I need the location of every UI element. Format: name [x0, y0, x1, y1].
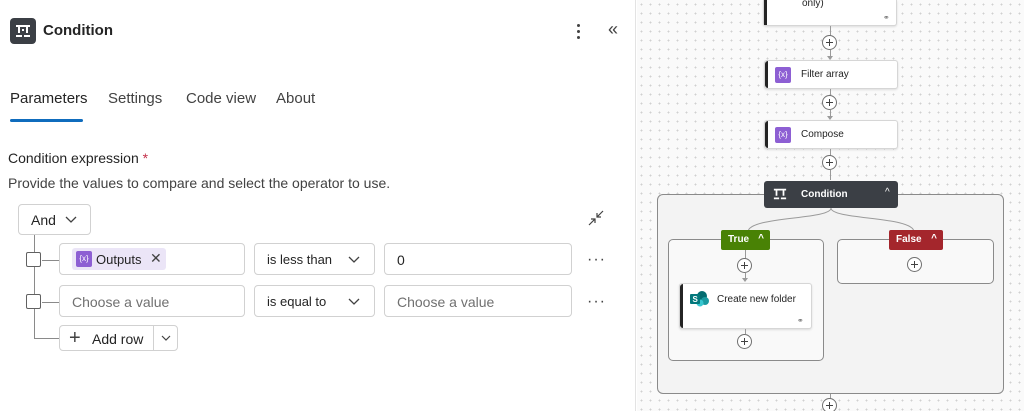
row-1-more-options-icon[interactable]: ··· — [587, 251, 606, 269]
panel-title: Condition — [43, 22, 113, 39]
tree-line — [34, 235, 35, 338]
more-options-icon[interactable] — [572, 21, 584, 41]
row-2-operator-label: is equal to — [267, 294, 327, 309]
previous-action-label: only) — [802, 0, 824, 9]
row-2-checkbox[interactable] — [26, 294, 41, 309]
chevron-down-icon — [348, 298, 360, 305]
group-operator-label: And — [31, 212, 56, 228]
data-operation-icon: {x} — [775, 67, 791, 83]
chevron-down-icon — [65, 216, 77, 223]
chevron-down-icon — [348, 256, 360, 263]
collapse-arrows-icon[interactable] — [587, 209, 605, 227]
chevron-down-icon[interactable] — [161, 335, 171, 342]
plus-icon: + — [69, 327, 81, 349]
add-step-icon[interactable] — [822, 398, 837, 411]
filter-array-node[interactable]: {x} Filter array — [764, 60, 898, 89]
row-2-left-value-input[interactable]: Choose a value — [59, 285, 245, 317]
add-step-icon[interactable] — [822, 35, 837, 50]
tree-line — [42, 302, 59, 303]
compose-node[interactable]: {x} Compose — [764, 120, 898, 149]
condition-panel: Condition « Parameters Settings Code vie… — [0, 0, 636, 411]
condition-node-label: Condition — [801, 189, 848, 200]
true-label: True — [728, 234, 750, 245]
node-accent-bar — [765, 61, 768, 88]
connector-line — [830, 170, 831, 180]
required-mark: * — [142, 150, 149, 166]
tree-line — [34, 338, 59, 339]
link-icon: ⚭ — [883, 13, 890, 22]
tab-settings[interactable]: Settings — [108, 90, 162, 107]
sharepoint-icon: S — [690, 291, 709, 307]
row-2-left-placeholder: Choose a value — [72, 294, 170, 310]
add-row-label: Add row — [92, 331, 144, 347]
add-step-icon[interactable] — [737, 334, 752, 349]
arrowhead — [742, 278, 748, 282]
link-icon: ⚭ — [797, 316, 804, 325]
group-operator-dropdown[interactable]: And — [18, 204, 91, 235]
row-1-left-value-input[interactable]: {x} Outputs ✕ — [59, 243, 245, 275]
collapse-panel-button[interactable]: « — [608, 19, 618, 40]
remove-token-icon[interactable]: ✕ — [150, 250, 162, 267]
create-new-folder-label: Create new folder — [717, 294, 796, 305]
filter-array-label: Filter array — [801, 69, 849, 80]
add-step-icon[interactable] — [907, 257, 922, 272]
svg-text:S: S — [693, 295, 699, 304]
row-1-right-value: 0 — [397, 252, 405, 268]
false-badge[interactable]: False ^ — [889, 230, 943, 250]
outputs-token[interactable]: {x} Outputs ✕ — [72, 248, 166, 270]
add-step-icon[interactable] — [737, 258, 752, 273]
node-accent-bar — [765, 121, 768, 148]
panel-header: Condition « — [10, 18, 626, 46]
add-step-icon[interactable] — [822, 95, 837, 110]
row-2-more-options-icon[interactable]: ··· — [587, 293, 606, 311]
row-2-operator-dropdown[interactable]: is equal to — [254, 285, 375, 317]
previous-action-node[interactable]: only) ⚭ — [763, 0, 897, 26]
add-row-button[interactable]: + Add row — [59, 325, 178, 351]
true-badge[interactable]: True ^ — [721, 230, 770, 250]
compose-label: Compose — [801, 129, 844, 140]
node-accent-bar — [680, 284, 683, 328]
chevron-up-icon[interactable]: ^ — [885, 187, 890, 198]
add-step-icon[interactable] — [822, 155, 837, 170]
create-new-folder-node[interactable]: S Create new folder ⚭ — [679, 283, 812, 329]
false-label: False — [896, 234, 922, 245]
condition-icon — [773, 188, 787, 200]
row-1-operator-label: is less than — [267, 252, 333, 267]
tab-parameters[interactable]: Parameters — [10, 90, 88, 107]
condition-expression-text: Condition expression — [8, 150, 139, 166]
row-2-right-value-input[interactable]: Choose a value — [384, 285, 572, 317]
split-divider — [153, 326, 154, 350]
row-1-operator-dropdown[interactable]: is less than — [254, 243, 375, 275]
row-1-right-value-input[interactable]: 0 — [384, 243, 572, 275]
data-operation-icon: {x} — [76, 251, 92, 267]
tab-about[interactable]: About — [276, 90, 315, 107]
node-accent-bar — [764, 0, 767, 25]
row-1-checkbox[interactable] — [26, 252, 41, 267]
condition-node[interactable]: Condition ^ — [764, 181, 898, 208]
row-2-right-placeholder: Choose a value — [397, 294, 495, 310]
tree-line — [42, 260, 59, 261]
chevron-up-icon[interactable]: ^ — [758, 233, 764, 244]
active-tab-indicator — [10, 119, 83, 122]
outputs-token-label: Outputs — [96, 252, 142, 267]
tab-code-view[interactable]: Code view — [186, 90, 256, 107]
condition-description: Provide the values to compare and select… — [8, 175, 391, 191]
chevron-up-icon[interactable]: ^ — [931, 233, 937, 244]
condition-expression-label: Condition expression * — [8, 150, 148, 166]
data-operation-icon: {x} — [775, 127, 791, 143]
condition-icon — [10, 18, 36, 44]
